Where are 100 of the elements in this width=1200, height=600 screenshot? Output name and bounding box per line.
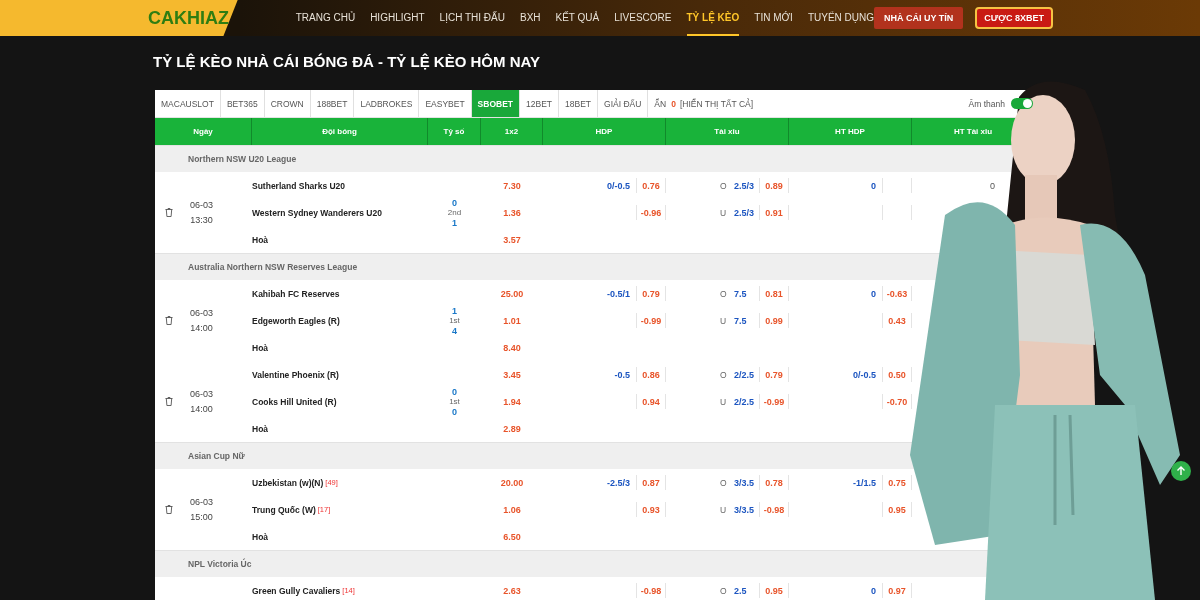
team-name: Valentine Phoenix (R) — [252, 369, 339, 380]
handicap-line: 0 — [870, 585, 877, 596]
odds-value: -0.98 — [762, 504, 786, 515]
match-period: 1st — [449, 396, 460, 407]
team-name: Edgeworth Eagles (R) — [252, 315, 340, 326]
over-under-side: O — [720, 288, 728, 299]
total-line: 2/2.5 — [733, 396, 756, 407]
page-title: TỶ LỆ KÈO NHÀ CÁI BÓNG ĐÁ - TỶ LỆ KÈO HÔM NAY — [153, 53, 541, 72]
arrow-up-icon — [1176, 466, 1186, 476]
team-name: Uzbekistan (w)(N) — [252, 477, 324, 488]
draw-label: Hoà — [252, 234, 269, 245]
scroll-to-top-button[interactable] — [1171, 461, 1191, 481]
match-period: 2nd — [447, 207, 462, 218]
handicap-line: -0.5/1 — [606, 288, 631, 299]
odds-value: 0.97 — [887, 585, 907, 596]
total-line: 2.5 — [733, 585, 748, 596]
team-name: Cooks Hill United (R) — [252, 396, 337, 407]
match-date: 06-03 14:00 — [190, 387, 214, 416]
trash-icon[interactable] — [165, 397, 173, 406]
away-score: 4 — [452, 325, 457, 336]
odds-value: 1.94 — [503, 396, 521, 407]
over-under-side: O — [720, 369, 728, 380]
nav-link[interactable]: TRANG CHỦ — [295, 0, 356, 36]
odds-value: -0.99 — [762, 396, 786, 407]
league-name: Northern NSW U20 League — [188, 154, 297, 164]
total-line: 3/3.5 — [733, 477, 756, 488]
trash-icon[interactable] — [165, 505, 173, 514]
odds-value: -0.98 — [639, 585, 663, 596]
total-line: 7.5 — [733, 288, 748, 299]
match-date: 06-03 14:00 — [190, 306, 214, 335]
handicap-line: 0/-0.5 — [606, 180, 631, 191]
home-score: 0 — [452, 197, 457, 208]
nav-link[interactable]: TIN MỚI — [754, 0, 793, 36]
nav-link[interactable]: LIVESCORE — [614, 0, 672, 36]
handicap-line: -1/1.5 — [852, 477, 877, 488]
odds-value: 0.95 — [764, 585, 784, 596]
home-score: 1 — [452, 305, 457, 316]
over-under-side: O — [720, 180, 728, 191]
nav-link[interactable]: HIGHLIGHT — [370, 0, 425, 36]
team-name: Kahibah FC Reserves — [252, 288, 340, 299]
team-name: Trung Quốc (W) — [252, 504, 316, 515]
away-score: 1 — [452, 217, 457, 228]
team-name: Western Sydney Wanderers U20 — [252, 207, 382, 218]
draw-label: Hoà — [252, 531, 269, 542]
over-under-side: O — [720, 477, 728, 488]
odds-value: 0.94 — [641, 396, 661, 407]
odds-value: 0.75 — [887, 477, 907, 488]
hidden-count: 0 — [671, 98, 676, 109]
total-line: 0 — [990, 180, 995, 191]
odds-value: 0.86 — [641, 369, 661, 380]
odds-value: 0.99 — [764, 315, 784, 326]
odds-value: 1.01 — [503, 315, 521, 326]
league-name: NPL Victoria Úc — [188, 559, 252, 569]
odds-value: 2.89 — [503, 423, 521, 434]
match-period: 1st — [449, 315, 460, 326]
odds-value: 0.91 — [764, 207, 784, 218]
odds-value: 0.79 — [764, 369, 784, 380]
handicap-line: 0 — [870, 288, 877, 299]
league-name: Australia Northern NSW Reserves League — [188, 262, 358, 272]
trash-icon[interactable] — [165, 208, 173, 217]
handicap-line: -0.5 — [613, 369, 631, 380]
nav-link[interactable]: BXH — [519, 0, 541, 36]
odds-value: 0.87 — [641, 477, 661, 488]
odds-value: 0.79 — [641, 288, 661, 299]
team-name: Sutherland Sharks U20 — [252, 180, 346, 191]
odds-value: 1.36 — [503, 207, 521, 218]
total-line: 2/2.5 — [733, 369, 756, 380]
odds-value: -0.96 — [639, 207, 663, 218]
nav-link[interactable]: TỶ LỆ KÈO — [686, 0, 740, 36]
nav-link[interactable]: TUYỂN DỤNG — [807, 0, 874, 36]
nav-link[interactable]: KẾT QUẢ — [555, 0, 600, 36]
odds-value: -0.63 — [885, 288, 909, 299]
over-under-side: U — [720, 207, 728, 218]
odds-value: 6.50 — [503, 531, 521, 542]
handicap-line: 0 — [870, 180, 877, 191]
show-all-link[interactable]: [HIỂN THỊ TẤT CẢ] — [679, 98, 754, 109]
odds-value: 3.45 — [503, 369, 521, 380]
total-line: 2.5/3 — [733, 180, 756, 191]
draw-label: Hoà — [252, 423, 269, 434]
odds-value: 0.95 — [887, 504, 907, 515]
sound-toggle[interactable] — [1011, 98, 1033, 109]
total-line: 7.5 — [733, 315, 748, 326]
nav-link[interactable]: LỊCH THI ĐẤU — [439, 0, 505, 36]
bookmaker-button[interactable]: NHÀ CÁI UY TÍN — [874, 7, 964, 29]
odds-value: 0.43 — [887, 315, 907, 326]
over-under-side: U — [720, 504, 728, 515]
bet-button[interactable]: CƯỢC 8XBET — [975, 7, 1053, 29]
trash-icon[interactable] — [165, 316, 173, 325]
odds-value: 25.00 — [500, 288, 524, 299]
handicap-line: 0/-0.5 — [852, 369, 877, 380]
odds-value: 0.76 — [641, 180, 661, 191]
handicap-line: -2.5/3 — [606, 477, 631, 488]
over-under-side: U — [720, 396, 728, 407]
away-score: 0 — [452, 406, 457, 417]
odds-value: 0.81 — [764, 288, 784, 299]
hidden-label: ẨN — [654, 98, 667, 109]
odds-value: 0.50 — [887, 369, 907, 380]
over-under-side: O — [720, 585, 728, 596]
odds-value: 8.40 — [503, 342, 521, 353]
odds-value: 7.30 — [503, 180, 521, 191]
